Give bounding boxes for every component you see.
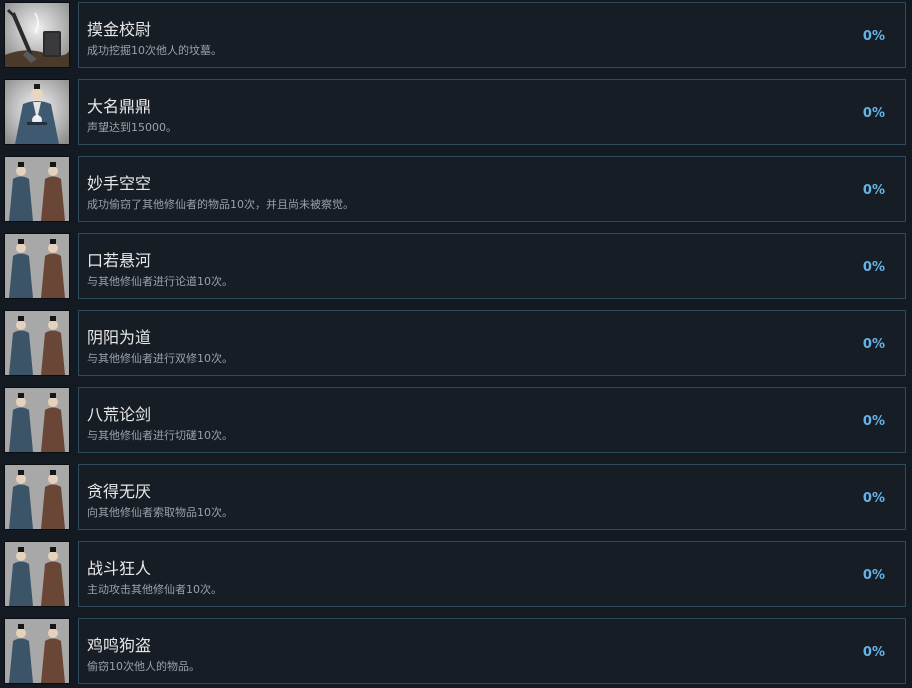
achievement-title: 摸金校尉	[87, 20, 152, 39]
achievement-row[interactable]: 大名鼎鼎 声望达到15000。 0%	[0, 79, 912, 147]
two-cultivators-icon	[4, 310, 70, 376]
achievement-card: 战斗狂人 主动攻击其他修仙者10次。 0%	[78, 541, 906, 607]
achievement-row[interactable]: 阴阳为道 与其他修仙者进行双修10次。 0%	[0, 310, 912, 378]
achievement-row[interactable]: 战斗狂人 主动攻击其他修仙者10次。 0%	[0, 541, 912, 609]
achievement-description: 成功挖掘10次他人的坟墓。	[87, 44, 222, 57]
two-cultivators-icon	[4, 541, 70, 607]
achievement-title: 阴阳为道	[87, 328, 152, 347]
achievement-title: 妙手空空	[87, 174, 152, 193]
achievement-list: 摸金校尉 成功挖掘10次他人的坟墓。 0% 大名鼎鼎 声望达到15000。 0%…	[0, 0, 912, 688]
achievement-title: 八荒论剑	[87, 405, 152, 424]
achievement-card: 阴阳为道 与其他修仙者进行双修10次。 0%	[78, 310, 906, 376]
achievement-card: 贪得无厌 向其他修仙者索取物品10次。 0%	[78, 464, 906, 530]
achievement-card: 妙手空空 成功偷窃了其他修仙者的物品10次，并且尚未被察觉。 0%	[78, 156, 906, 222]
cultivator-portrait-icon	[4, 79, 70, 145]
achievement-percent: 0%	[862, 414, 885, 429]
two-cultivators-icon	[4, 156, 70, 222]
grave-digging-icon	[4, 2, 70, 68]
achievement-percent: 0%	[862, 645, 885, 660]
two-cultivators-icon	[4, 618, 70, 684]
two-cultivators-icon	[4, 233, 70, 299]
achievement-row[interactable]: 八荒论剑 与其他修仙者进行切磋10次。 0%	[0, 387, 912, 455]
achievement-percent: 0%	[862, 491, 885, 506]
achievement-description: 与其他修仙者进行论道10次。	[87, 275, 233, 288]
achievement-description: 声望达到15000。	[87, 121, 177, 134]
achievement-row[interactable]: 贪得无厌 向其他修仙者索取物品10次。 0%	[0, 464, 912, 532]
achievement-title: 口若悬河	[87, 251, 152, 270]
achievement-card: 摸金校尉 成功挖掘10次他人的坟墓。 0%	[78, 2, 906, 68]
achievement-card: 大名鼎鼎 声望达到15000。 0%	[78, 79, 906, 145]
achievement-card: 八荒论剑 与其他修仙者进行切磋10次。 0%	[78, 387, 906, 453]
achievement-description: 成功偷窃了其他修仙者的物品10次，并且尚未被察觉。	[87, 198, 354, 211]
achievement-percent: 0%	[862, 29, 885, 44]
achievement-title: 贪得无厌	[87, 482, 152, 501]
achievement-percent: 0%	[862, 260, 885, 275]
achievement-title: 鸡鸣狗盗	[87, 636, 152, 655]
achievement-card: 鸡鸣狗盗 偷窃10次他人的物品。 0%	[78, 618, 906, 684]
achievement-row[interactable]: 口若悬河 与其他修仙者进行论道10次。 0%	[0, 233, 912, 301]
achievement-percent: 0%	[862, 337, 885, 352]
two-cultivators-icon	[4, 387, 70, 453]
achievement-description: 偷窃10次他人的物品。	[87, 660, 200, 673]
achievement-row[interactable]: 摸金校尉 成功挖掘10次他人的坟墓。 0%	[0, 2, 912, 70]
achievement-description: 主动攻击其他修仙者10次。	[87, 583, 222, 596]
achievement-title: 大名鼎鼎	[87, 97, 152, 116]
achievement-percent: 0%	[862, 106, 885, 121]
achievement-title: 战斗狂人	[87, 559, 152, 578]
achievement-description: 与其他修仙者进行双修10次。	[87, 352, 233, 365]
achievement-card: 口若悬河 与其他修仙者进行论道10次。 0%	[78, 233, 906, 299]
achievement-percent: 0%	[862, 568, 885, 583]
two-cultivators-icon	[4, 464, 70, 530]
achievement-percent: 0%	[862, 183, 885, 198]
achievement-row[interactable]: 妙手空空 成功偷窃了其他修仙者的物品10次，并且尚未被察觉。 0%	[0, 156, 912, 224]
achievement-row[interactable]: 鸡鸣狗盗 偷窃10次他人的物品。 0%	[0, 618, 912, 686]
achievement-description: 与其他修仙者进行切磋10次。	[87, 429, 233, 442]
achievement-description: 向其他修仙者索取物品10次。	[87, 506, 233, 519]
